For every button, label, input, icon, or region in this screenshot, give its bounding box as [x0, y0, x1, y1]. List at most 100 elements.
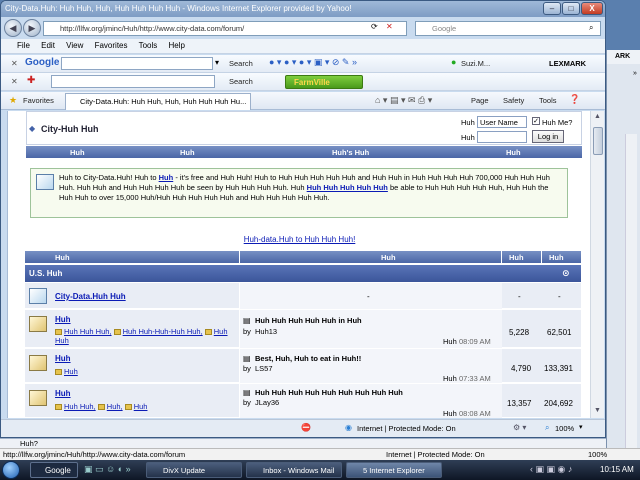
quicklaunch-icons[interactable]: ▣ ▭ ☺ ◐ »: [84, 464, 131, 475]
forum-row: Huh Huh Huh, Huh, Huh ▤ Huh Huh Huh Huh …: [25, 384, 581, 418]
post-icon: ▤: [243, 354, 251, 363]
col-posts: Huh: [549, 253, 564, 262]
username-input[interactable]: User Name: [477, 116, 527, 128]
password-input[interactable]: [477, 131, 527, 143]
section-title[interactable]: U.S. Huh: [29, 269, 62, 278]
nav-item-1[interactable]: Huh: [70, 148, 85, 157]
toolbar-icons[interactable]: ● ▾ ● ▾ ● ▾ ▣ ▾ ⊘ ✎ »: [269, 57, 357, 68]
background-text: Huh?: [20, 439, 38, 448]
time-label: Huh: [443, 409, 457, 418]
zoom-level[interactable]: 100%: [555, 424, 574, 433]
stop-icon[interactable]: ✕: [386, 22, 393, 31]
task-divx[interactable]: DivX Update: [146, 462, 242, 478]
forum-title[interactable]: Huh: [55, 354, 71, 363]
last-post-time: 07:33 AM: [459, 374, 491, 383]
task-ie[interactable]: 5 Internet Explorer: [346, 462, 442, 478]
security-zone[interactable]: Internet | Protected Mode: On: [357, 424, 456, 433]
star-icon[interactable]: ★: [9, 95, 17, 106]
subforum-link[interactable]: Huh Huh Huh,: [64, 327, 112, 336]
last-post-title[interactable]: Best, Huh, Huh to eat in Huh!!: [255, 354, 361, 363]
subforum-link[interactable]: Huh Huh-Huh-Huh Huh,: [123, 327, 203, 336]
subforum-link[interactable]: Huh: [64, 367, 78, 376]
status-dot-icon: ●: [451, 57, 457, 67]
tray-icons[interactable]: ‹ ▣ ▣ ◉ ♪: [530, 464, 572, 475]
thread-count: 4,790: [511, 364, 532, 373]
toolbar-input[interactable]: [51, 75, 215, 88]
zoom-options-icon[interactable]: ⚙ ▾: [513, 423, 526, 432]
safety-menu[interactable]: Safety: [503, 96, 524, 105]
favorites-button[interactable]: Favorites: [23, 96, 54, 105]
search-box[interactable]: Google: [415, 21, 601, 36]
user-menu[interactable]: Suzi.M...: [461, 59, 490, 68]
tools-menu[interactable]: Tools: [539, 96, 557, 105]
center-link[interactable]: Huh-data.Huh to Huh Huh Huh!: [8, 235, 590, 244]
welcome-link-2[interactable]: Huh Huh Huh Huh Huh: [307, 183, 388, 192]
forum-title[interactable]: Huh: [55, 315, 71, 324]
address-bar[interactable]: http://llfw.org/jminc/Huh/http://www.cit…: [43, 21, 407, 36]
collapse-icon[interactable]: ⊙: [562, 268, 570, 279]
scroll-thumb[interactable]: [593, 127, 603, 155]
post-icon: ▤: [243, 316, 251, 325]
refresh-icon[interactable]: ⟳: [371, 22, 378, 31]
close-toolbar-icon[interactable]: ✕: [11, 77, 18, 86]
logo-icon: ◆: [29, 124, 36, 133]
scroll-down-icon[interactable]: ▼: [594, 407, 601, 414]
forward-button[interactable]: ▶: [23, 19, 41, 37]
welcome-link-register[interactable]: Huh: [159, 173, 174, 182]
login-button[interactable]: Log in: [532, 130, 564, 143]
close-button[interactable]: X: [581, 2, 603, 15]
google-taskbar-search[interactable]: Google: [30, 462, 78, 478]
forum-title[interactable]: Huh: [55, 389, 71, 398]
tool-icon[interactable]: ✚: [27, 75, 35, 86]
vertical-scrollbar[interactable]: ▲ ▼: [590, 111, 604, 418]
site-logo[interactable]: City-Huh Huh: [41, 124, 99, 134]
dropdown-icon[interactable]: ▾: [215, 58, 219, 67]
post-count: -: [558, 292, 561, 301]
browser-tab[interactable]: City-Data.Huh: Huh Huh, Huh, Huh Huh Huh…: [65, 93, 251, 110]
google-search-button[interactable]: Search: [229, 59, 253, 68]
background-window: ARK »: [606, 50, 640, 454]
help-icon[interactable]: ❓: [569, 94, 580, 105]
remember-checkbox[interactable]: ✓: [532, 117, 540, 125]
last-post-user[interactable]: JLay36: [255, 398, 279, 407]
last-post-time: 08:08 AM: [459, 409, 491, 418]
zoom-dropdown-icon[interactable]: ▾: [579, 423, 583, 431]
maximize-button[interactable]: □: [562, 2, 580, 15]
last-post-title[interactable]: Huh Huh Huh Huh Huh in Huh: [255, 316, 362, 325]
nav-item-2[interactable]: Huh: [180, 148, 195, 157]
task-mail[interactable]: Inbox - Windows Mail: [246, 462, 342, 478]
start-button[interactable]: [2, 461, 20, 479]
forum-title[interactable]: City-Data.Huh Huh: [55, 292, 126, 301]
menu-view[interactable]: View: [66, 41, 83, 50]
clock[interactable]: 10:15 AM: [600, 465, 634, 474]
menu-favorites[interactable]: Favorites: [95, 41, 128, 50]
menu-file[interactable]: File: [17, 41, 30, 50]
minimize-button[interactable]: –: [543, 2, 561, 15]
page-menu[interactable]: Page: [471, 96, 489, 105]
subforum-link[interactable]: Huh,: [107, 402, 123, 411]
nav-item-3[interactable]: Huh's Huh: [332, 148, 369, 157]
menu-tools[interactable]: Tools: [139, 41, 158, 50]
background-zone: Internet | Protected Mode: On: [386, 450, 485, 459]
close-toolbar-icon[interactable]: ✕: [11, 59, 18, 68]
nav-item-4[interactable]: Huh: [506, 148, 521, 157]
menu-help[interactable]: Help: [169, 41, 185, 50]
post-count: 204,692: [544, 399, 573, 408]
back-button[interactable]: ◀: [4, 19, 22, 37]
globe-icon: ◉: [345, 423, 352, 432]
menu-edit[interactable]: Edit: [41, 41, 55, 50]
last-post-title[interactable]: Huh Huh Huh Huh Huh Huh Huh Huh Huh: [255, 388, 403, 397]
home-icon[interactable]: ⌂ ▾ ▤ ▾ ✉ ⎙ ▾: [375, 95, 432, 106]
search-icon[interactable]: ⌕: [589, 23, 593, 33]
farmville-button[interactable]: FarmVille: [285, 75, 363, 89]
subforum-link[interactable]: Huh: [134, 402, 148, 411]
subforum-link[interactable]: Huh Huh,: [64, 402, 96, 411]
toolbar-search-button[interactable]: Search: [229, 77, 253, 86]
last-post-user[interactable]: Huh13: [255, 327, 277, 336]
forum-icon: [29, 316, 47, 332]
last-post-user[interactable]: LS57: [255, 364, 273, 373]
site-nav: Huh Huh Huh's Huh Huh: [26, 146, 582, 158]
secondary-toolbar: ✕ ✚ Search FarmVille: [1, 73, 605, 91]
scroll-up-icon[interactable]: ▲: [594, 113, 601, 120]
google-search-input[interactable]: [61, 57, 213, 70]
